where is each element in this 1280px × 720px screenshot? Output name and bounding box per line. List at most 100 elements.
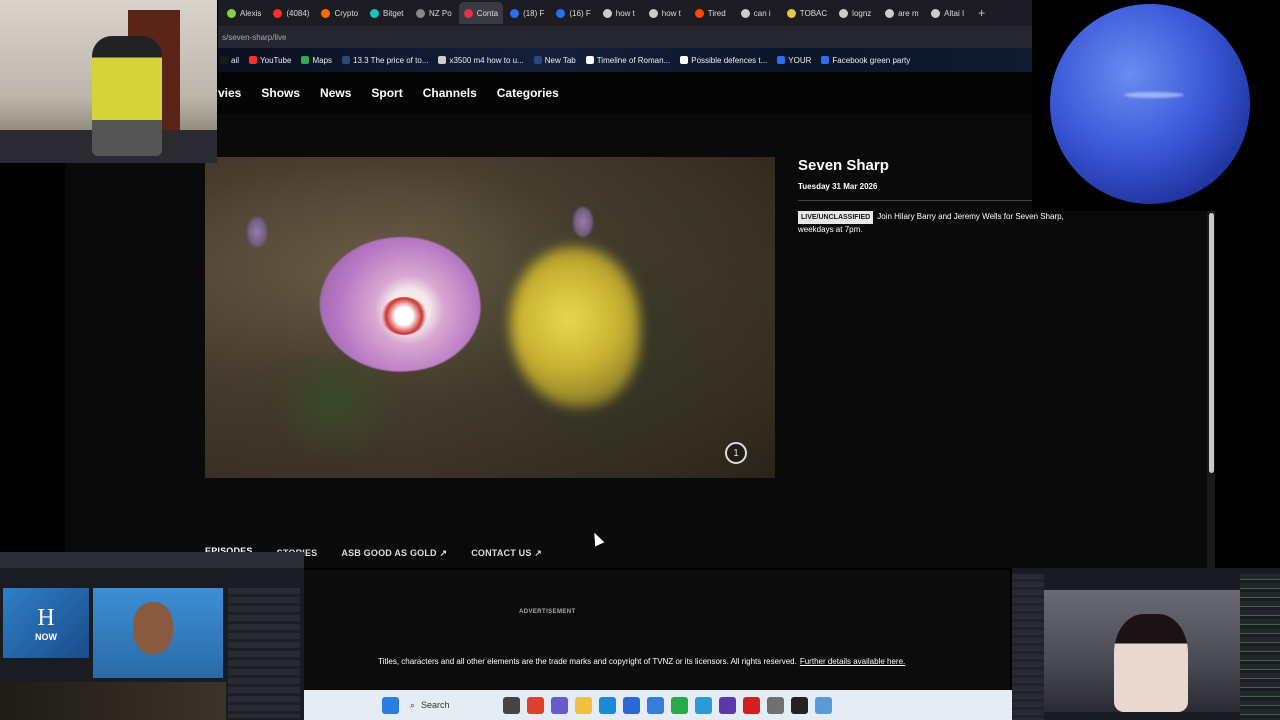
episode-title: Seven Sharp — [798, 157, 889, 174]
news-presenter-video — [93, 588, 223, 678]
bookmark-item[interactable]: YOUR — [777, 56, 811, 65]
bookmark-favicon-icon — [585, 56, 594, 64]
episode-date: Tuesday 31 Mar 2026 — [798, 182, 878, 191]
nav-link[interactable]: Shows — [261, 86, 300, 100]
browser-tab[interactable]: Conta — [458, 2, 504, 24]
video-player[interactable]: 1 — [205, 157, 775, 478]
bookmarks-bar: ail YouTube Maps 13.3 The price of to... x35… — [218, 48, 1032, 72]
tab-favicon-icon — [839, 8, 849, 18]
nav-link[interactable]: Channels — [423, 86, 477, 100]
overlay-chat-right — [1240, 574, 1280, 720]
bookmark-favicon-icon — [680, 56, 689, 64]
browser-tab[interactable]: Bitget — [365, 2, 409, 24]
bookmark-item[interactable]: Maps — [301, 56, 332, 65]
bookmark-item[interactable]: Possible defences t... — [680, 56, 767, 65]
app-green-icon[interactable] — [671, 696, 688, 714]
copyright-text: Titles, characters and all other element… — [378, 657, 797, 666]
copyright-text-block: Titles, characters and all other element… — [378, 657, 905, 666]
further-details-link[interactable]: Further details available here. — [800, 657, 905, 666]
mail-icon[interactable] — [623, 696, 640, 714]
video-bud — [573, 207, 593, 237]
url-text[interactable]: s/seven-sharp/live — [222, 33, 286, 42]
bookmark-label: 13.3 The price of to... — [353, 55, 429, 65]
bookmark-item[interactable]: Timeline of Roman... — [585, 56, 670, 65]
monitor-icon[interactable] — [815, 696, 832, 714]
nav-link[interactable]: Sport — [371, 86, 402, 100]
tab-favicon-icon — [416, 8, 426, 18]
tab-favicon-icon — [885, 8, 895, 18]
browser-tab[interactable]: lognz — [834, 2, 878, 24]
scrollbar-thumb[interactable] — [1209, 213, 1214, 473]
browser-tab[interactable]: TOBAC — [782, 2, 832, 24]
folder-icon[interactable] — [575, 696, 592, 714]
bookmark-label: YouTube — [260, 55, 292, 65]
obs-icon[interactable] — [719, 696, 736, 714]
classification-badge: LIVE/UNCLASSIFIED — [798, 211, 874, 224]
browser-tab[interactable]: (18) F — [505, 2, 549, 24]
stream-overlay-bottom-right — [1012, 568, 1280, 720]
github-icon[interactable] — [791, 696, 808, 714]
nav-link[interactable]: vies — [218, 86, 241, 100]
bookmark-label: YOUR — [788, 55, 812, 65]
episode-info: Seven Sharp Tuesday 31 Mar 2026 LIVE/UNC… — [798, 157, 1068, 235]
browser-tab[interactable]: how t — [598, 2, 642, 24]
browser-tab[interactable]: Tired — [690, 2, 734, 24]
stream-overlay-bottom-left: H NOW — [0, 552, 304, 720]
overlay-screen — [1012, 574, 1044, 720]
tab-label: NZ Po — [429, 8, 452, 18]
windows-start-icon[interactable] — [382, 696, 399, 714]
bookmark-item[interactable]: 13.3 The price of to... — [342, 56, 428, 65]
chrome-icon[interactable] — [527, 696, 544, 714]
tab-favicon-icon — [273, 8, 283, 18]
planet-overlay — [1032, 0, 1280, 211]
bookmark-label: New Tab — [544, 55, 576, 65]
settings-icon[interactable] — [767, 696, 784, 714]
tab-label: Tired — [707, 8, 726, 18]
tab-favicon-icon — [602, 8, 612, 18]
tab-label: TOBAC — [799, 8, 828, 18]
browser-tab[interactable]: are m — [880, 2, 924, 24]
page-tab[interactable]: CONTACT US ↗ — [471, 548, 542, 559]
browser-tab[interactable]: how t — [644, 2, 688, 24]
browser-tab[interactable]: Alexis — [222, 2, 266, 24]
telegram-icon[interactable] — [695, 696, 712, 714]
store-icon[interactable] — [647, 696, 664, 714]
bookmark-label: x3500 m4 how to u... — [449, 55, 524, 65]
address-bar[interactable]: s/seven-sharp/live — [218, 26, 1032, 48]
red-app-icon[interactable] — [743, 696, 760, 714]
tab-label: how t — [661, 8, 681, 18]
file-explorer-icon[interactable] — [503, 696, 520, 714]
browser-tab[interactable]: NZ Po — [411, 2, 457, 24]
news-logo-letter: H — [37, 604, 55, 631]
nav-link[interactable]: Categories — [497, 86, 559, 100]
nav-link[interactable]: News — [320, 86, 351, 100]
tab-label: lognz — [852, 8, 872, 18]
browser-tab[interactable]: (16) F — [551, 2, 595, 24]
overlay-bottom-strip — [0, 682, 226, 720]
bookmark-item[interactable]: x3500 m4 how to u... — [438, 55, 524, 65]
bookmark-item[interactable]: New Tab — [533, 55, 576, 65]
bookmark-item[interactable]: YouTube — [249, 56, 291, 65]
browser-tab[interactable]: (4084) — [268, 2, 314, 24]
taskbar-search[interactable]: ⌕ Search — [406, 695, 496, 715]
overlay-toolbar — [0, 552, 304, 568]
bookmark-favicon-icon — [438, 56, 447, 64]
video-flower-center — [381, 297, 427, 335]
bookmark-item[interactable]: ail — [220, 56, 239, 65]
new-tab-button[interactable]: + — [972, 6, 991, 20]
news-logo: H NOW — [3, 588, 89, 658]
bookmark-item[interactable]: Facebook green party — [821, 56, 910, 65]
page-tab[interactable]: ASB GOOD AS GOLD ↗ — [341, 548, 447, 559]
photos-icon[interactable] — [551, 696, 568, 714]
streamer — [1114, 614, 1188, 712]
edge-icon[interactable] — [599, 696, 616, 714]
tab-label: Alexis — [240, 8, 262, 18]
tab-favicon-icon — [694, 8, 704, 18]
browser-tab[interactable]: Altai I — [926, 2, 970, 24]
advertisement-label: ADVERTISEMENT — [519, 609, 576, 615]
browser-tab[interactable]: can i — [736, 2, 780, 24]
browser-tab[interactable]: Crypto — [316, 2, 363, 24]
tab-label: are m — [898, 8, 919, 18]
planet-image — [1050, 4, 1250, 204]
tab-favicon-icon — [931, 8, 941, 18]
